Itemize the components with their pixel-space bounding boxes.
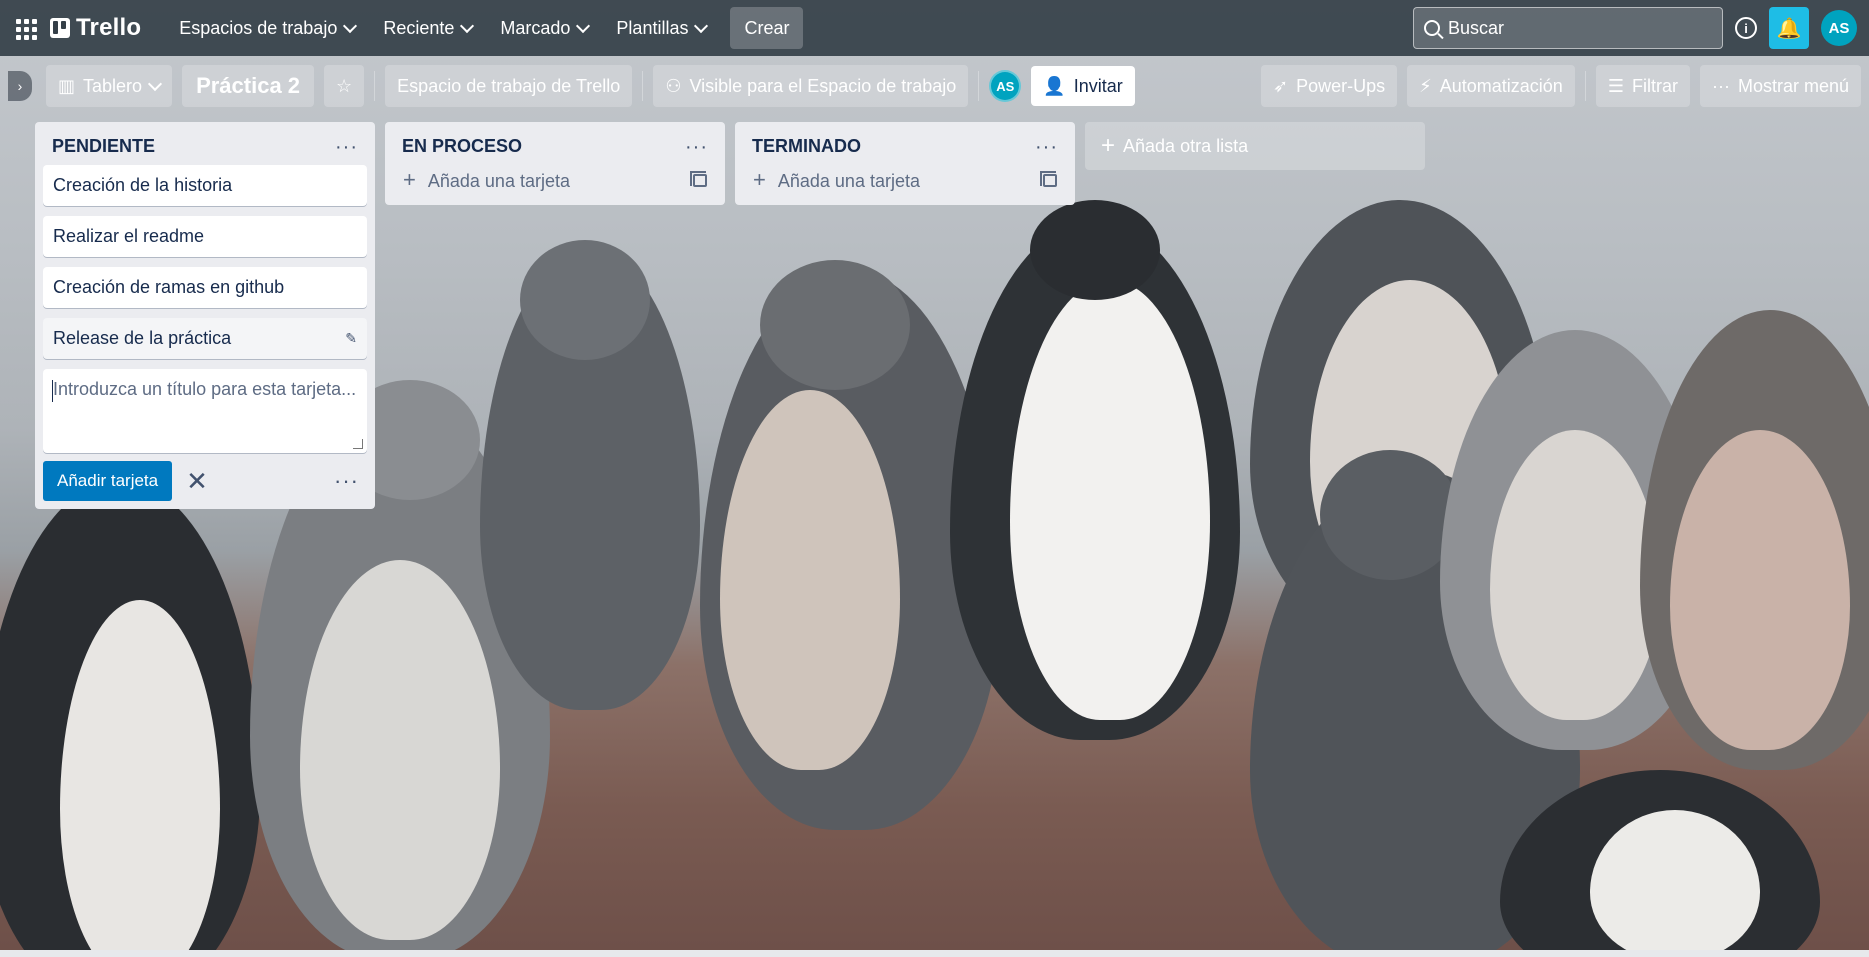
card-title: Creación de la historia bbox=[53, 175, 233, 195]
edit-pencil-icon[interactable]: ✎ bbox=[345, 330, 357, 347]
board-view-icon: ▥ bbox=[58, 75, 76, 96]
show-menu-label: Mostrar menú bbox=[1737, 75, 1849, 96]
lightning-icon: ⚡ bbox=[1419, 75, 1432, 96]
list-title[interactable]: EN PROCESO bbox=[402, 136, 522, 157]
notifications-button[interactable]: 🔔 bbox=[1769, 7, 1809, 49]
star-icon: ☆ bbox=[336, 75, 353, 96]
add-person-icon: 👤 bbox=[1043, 75, 1066, 96]
board-view-label: Tablero bbox=[83, 75, 143, 96]
card-title: Realizar el readme bbox=[53, 226, 205, 246]
logo-text: Trello bbox=[76, 14, 142, 41]
card[interactable]: Release de la práctica ✎ bbox=[43, 318, 367, 359]
board-view-switcher[interactable]: ▥ Tablero bbox=[46, 65, 173, 107]
trello-logo[interactable]: Trello bbox=[50, 14, 141, 42]
resize-handle-icon[interactable] bbox=[353, 439, 363, 449]
add-card-row[interactable]: + Añada una tarjeta bbox=[743, 165, 1067, 197]
people-icon: ⚇ bbox=[665, 75, 682, 96]
list-header: PENDIENTE ··· bbox=[43, 130, 367, 165]
chevron-down-icon bbox=[460, 18, 475, 33]
user-avatar[interactable]: AS bbox=[1821, 10, 1857, 46]
chevron-down-icon bbox=[694, 18, 709, 33]
nav-workspaces[interactable]: Espacios de trabajo bbox=[165, 8, 369, 48]
list-actions-icon[interactable]: ··· bbox=[685, 137, 708, 157]
card[interactable]: Realizar el readme bbox=[43, 216, 367, 257]
board-header: › ▥ Tablero Práctica 2 ☆ Espacio de trab… bbox=[0, 56, 1869, 116]
list-header: EN PROCESO ··· bbox=[393, 130, 717, 165]
add-list-label: Añada otra lista bbox=[1123, 135, 1249, 156]
automation-label: Automatización bbox=[1439, 75, 1563, 96]
composer-placeholder: Introduzca un título para esta tarjeta..… bbox=[53, 379, 357, 399]
search-icon bbox=[1424, 20, 1440, 36]
workspace-button[interactable]: Espacio de trabajo de Trello bbox=[385, 65, 633, 107]
chevron-down-icon bbox=[343, 18, 358, 33]
nav-templates-label: Plantillas bbox=[616, 17, 689, 38]
expand-sidebar-button[interactable]: › bbox=[8, 71, 32, 101]
automation-button[interactable]: ⚡ Automatización bbox=[1407, 65, 1575, 107]
text-caret bbox=[52, 380, 53, 402]
filter-icon: ☰ bbox=[1607, 75, 1624, 96]
plus-icon: + bbox=[403, 167, 416, 192]
nav-workspaces-label: Espacios de trabajo bbox=[179, 17, 338, 38]
card-template-icon[interactable] bbox=[690, 170, 707, 187]
nav-starred-label: Marcado bbox=[500, 17, 571, 38]
info-icon[interactable]: i bbox=[1735, 17, 1757, 39]
create-button[interactable]: Crear bbox=[730, 7, 804, 49]
list-header: TERMINADO ··· bbox=[743, 130, 1067, 165]
filter-button[interactable]: ☰ Filtrar bbox=[1595, 65, 1690, 107]
card-template-icon[interactable] bbox=[1040, 170, 1057, 187]
show-menu-button[interactable]: ··· Mostrar menú bbox=[1699, 65, 1861, 107]
card-title: Creación de ramas en github bbox=[53, 277, 285, 297]
list-actions-icon[interactable]: ··· bbox=[335, 137, 358, 157]
list-en-proceso: EN PROCESO ··· + Añada una tarjeta bbox=[385, 122, 725, 205]
add-card-label: Añada una tarjeta bbox=[777, 171, 920, 191]
visibility-button[interactable]: ⚇ Visible para el Espacio de trabajo bbox=[653, 65, 969, 107]
nav-templates[interactable]: Plantillas bbox=[602, 8, 720, 48]
visibility-label: Visible para el Espacio de trabajo bbox=[689, 75, 957, 96]
nav-recent-label: Reciente bbox=[383, 17, 455, 38]
search-input[interactable]: Buscar bbox=[1413, 7, 1723, 49]
trello-logo-icon bbox=[50, 18, 70, 38]
composer-actions: Añadir tarjeta ✕ ··· bbox=[43, 461, 367, 501]
star-board-button[interactable]: ☆ bbox=[324, 65, 365, 107]
card[interactable]: Creación de la historia bbox=[43, 165, 367, 206]
list-title[interactable]: PENDIENTE bbox=[52, 136, 155, 157]
invite-label: Invitar bbox=[1073, 75, 1123, 96]
board-member-avatar[interactable]: AS bbox=[989, 70, 1022, 102]
divider bbox=[642, 71, 644, 101]
list-title[interactable]: TERMINADO bbox=[752, 136, 861, 157]
divider bbox=[374, 71, 376, 101]
more-icon: ··· bbox=[1711, 75, 1730, 96]
close-icon[interactable]: ✕ bbox=[186, 468, 208, 494]
top-navigation-bar: Trello Espacios de trabajo Reciente Marc… bbox=[0, 0, 1869, 56]
power-ups-label: Power-Ups bbox=[1296, 75, 1386, 96]
divider bbox=[978, 71, 980, 101]
new-card-title-input[interactable]: Introduzca un título para esta tarjeta..… bbox=[43, 369, 367, 453]
apps-grid-icon[interactable] bbox=[12, 15, 38, 41]
plus-icon: + bbox=[753, 167, 766, 192]
filter-label: Filtrar bbox=[1631, 75, 1678, 96]
invite-button[interactable]: 👤 Invitar bbox=[1031, 66, 1135, 106]
divider bbox=[1584, 71, 1586, 101]
rocket-icon: ➶ bbox=[1272, 75, 1289, 96]
search-placeholder: Buscar bbox=[1448, 17, 1505, 38]
list-actions-icon[interactable]: ··· bbox=[1035, 137, 1058, 157]
more-options-icon[interactable]: ··· bbox=[334, 468, 367, 494]
bell-icon: 🔔 bbox=[1776, 17, 1802, 40]
plus-icon: + bbox=[1101, 132, 1116, 159]
add-card-button[interactable]: Añadir tarjeta bbox=[43, 461, 173, 501]
chevron-down-icon bbox=[147, 76, 163, 91]
add-list-button[interactable]: + Añada otra lista bbox=[1085, 122, 1425, 170]
card[interactable]: Creación de ramas en github bbox=[43, 267, 367, 308]
list-pendiente: PENDIENTE ··· Creación de la historia Re… bbox=[35, 122, 375, 509]
power-ups-button[interactable]: ➶ Power-Ups bbox=[1260, 65, 1398, 107]
nav-recent[interactable]: Reciente bbox=[369, 8, 486, 48]
board-title[interactable]: Práctica 2 bbox=[182, 65, 315, 107]
list-terminado: TERMINADO ··· + Añada una tarjeta bbox=[735, 122, 1075, 205]
chevron-down-icon bbox=[576, 18, 591, 33]
add-card-label: Añada una tarjeta bbox=[427, 171, 570, 191]
card-title: Release de la práctica bbox=[53, 328, 232, 348]
add-card-row[interactable]: + Añada una tarjeta bbox=[393, 165, 717, 197]
nav-starred[interactable]: Marcado bbox=[486, 8, 602, 48]
